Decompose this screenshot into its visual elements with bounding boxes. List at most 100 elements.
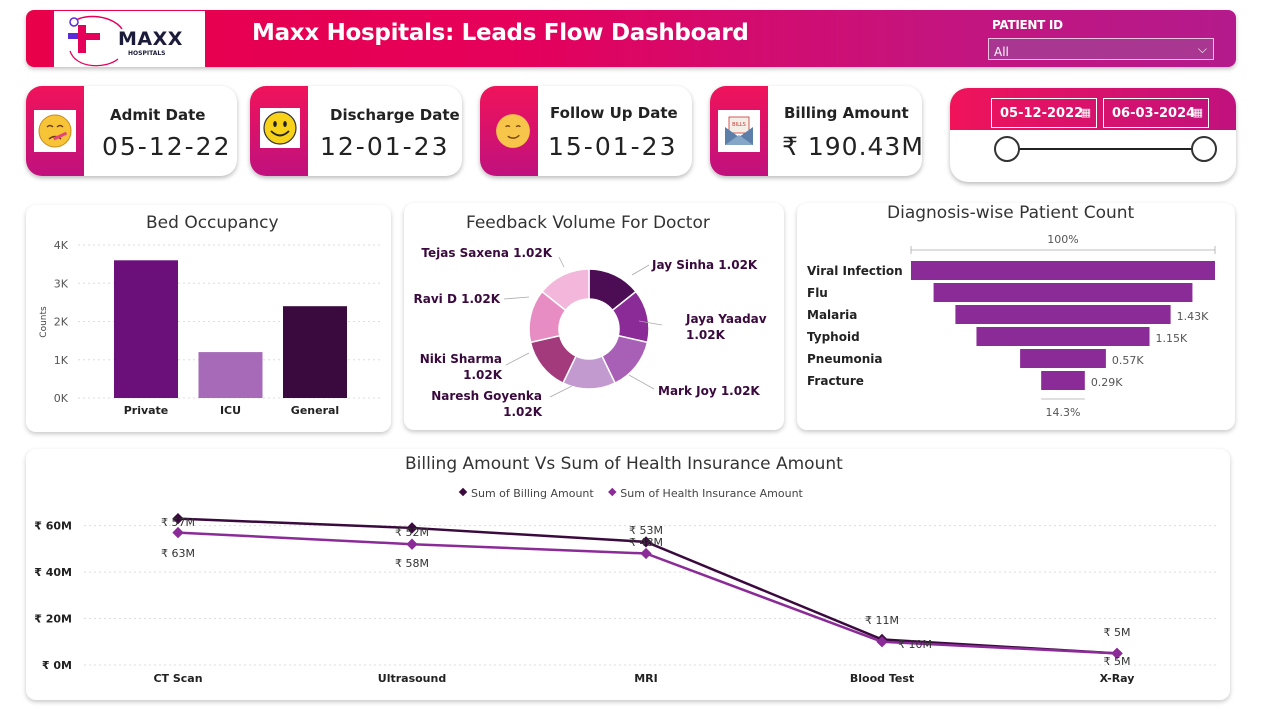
x-tick-label: General (291, 404, 339, 417)
patient-id-label: PATIENT ID (992, 18, 1063, 32)
legend-marker (458, 487, 468, 497)
bills-envelope-icon: BILLS (718, 110, 760, 152)
category-label: Typhoid (807, 330, 860, 344)
logo-text: MAXX (118, 28, 183, 50)
kpi-label: Billing Amount (784, 104, 909, 122)
bottom-percent-label: 14.3% (1046, 406, 1081, 419)
slider-end-handle[interactable] (1191, 136, 1217, 162)
bed-occupancy-panel: Bed Occupancy 0K 1K 2K 3K 4K Counts Private ICU… (26, 205, 391, 432)
page-title: Maxx Hospitals: Leads Flow Dashboard (252, 20, 749, 46)
leader-line (558, 256, 565, 268)
diagnosis-funnel-chart: 100% Viral Infection Flu Malaria 1.43K Typhoi… (807, 233, 1216, 419)
slice-value-label: 1.02K (463, 368, 503, 382)
slider-start-handle[interactable] (994, 136, 1020, 162)
start-date-input[interactable]: 05-12-2022 ▦ (991, 98, 1097, 128)
start-date-value: 05-12-2022 (1000, 106, 1084, 121)
bar-general (283, 306, 347, 398)
x-tick-label: Blood Test (850, 672, 914, 685)
data-label: ₹ 48M (629, 536, 663, 549)
slider-track[interactable] (1006, 148, 1204, 150)
kpi-card-discharge-date: Discharge Date 12-01-23 (250, 86, 462, 176)
kpi-value: 15-01-23 (548, 132, 678, 161)
slice-value-label: 1.02K (503, 405, 543, 419)
category-label: Viral Infection (807, 264, 903, 278)
slice-label: Jaya Yaadav (685, 312, 767, 326)
x-tick-label: MRI (634, 672, 658, 685)
funnel-bar (933, 283, 1193, 302)
kpi-value: ₹ 190.43M (782, 132, 922, 161)
x-tick-label: Private (124, 404, 169, 417)
data-label: ₹ 11M (865, 614, 899, 627)
kpi-card-billing-amount: BILLS Billing Amount ₹ 190.43M (710, 86, 922, 176)
funnel-bar (955, 305, 1171, 324)
category-label: Flu (807, 286, 828, 300)
data-label: ₹ 52M (395, 526, 429, 539)
bed-occupancy-chart: 0K 1K 2K 3K 4K Counts Private ICU General (39, 239, 381, 417)
y-tick-label: ₹ 0M (42, 659, 72, 672)
legend-label: Sum of Billing Amount (471, 487, 594, 500)
category-label: Pneumonia (807, 352, 883, 366)
slice-label: Ravi D 1.02K (414, 292, 501, 306)
y-tick-label: 3K (54, 277, 69, 290)
slice-label: Mark Joy 1.02K (658, 384, 760, 398)
slice-label: Tejas Saxena 1.02K (421, 246, 552, 260)
kpi-label: Admit Date (110, 106, 206, 124)
bar-icu (198, 352, 263, 398)
end-date-input[interactable]: 06-03-2024 ▦ (1103, 98, 1209, 128)
x-tick-label: CT Scan (153, 672, 202, 685)
x-tick-label: ICU (220, 404, 241, 417)
leader-line (505, 352, 530, 366)
legend-marker (608, 487, 617, 497)
category-label: Fracture (807, 374, 864, 388)
y-tick-label: 0K (54, 392, 69, 405)
kpi-card-follow-up-date: Follow Up Date 15-01-23 (480, 86, 692, 176)
calendar-icon: ▦ (1080, 106, 1091, 119)
date-range-slicer: 05-12-2022 ▦ 06-03-2024 ▦ (950, 88, 1236, 182)
kpi-label: Discharge Date (330, 106, 460, 124)
value-label: 0.29K (1091, 376, 1123, 389)
billing-line-panel: Billing Amount Vs Sum of Health Insuranc… (26, 449, 1230, 700)
funnel-bar (1020, 349, 1106, 368)
funnel-bar (911, 261, 1215, 280)
data-label: ₹ 10M (898, 638, 932, 651)
feedback-donut-chart: Jay Sinha 1.02K Jaya Yaadav 1.02K Mark Joy … (414, 246, 767, 419)
funnel-bar (976, 327, 1150, 346)
data-label: ₹ 5M (1104, 655, 1131, 668)
data-label: ₹ 63M (161, 547, 195, 560)
leader-line (628, 374, 655, 390)
y-tick-label: 2K (54, 316, 69, 329)
data-label: ₹ 58M (395, 557, 429, 570)
value-label: 1.43K (1177, 310, 1209, 323)
data-point (406, 538, 418, 550)
category-label: Malaria (807, 308, 857, 322)
kpi-value: 12-01-23 (320, 132, 450, 161)
kpi-label: Follow Up Date (550, 104, 678, 122)
value-label: 1.15K (1156, 332, 1188, 345)
patient-id-dropdown[interactable]: All ⌵ (988, 38, 1214, 60)
feedback-panel: Feedback Volume For Doctor Jay Sinha 1.0… (404, 203, 784, 430)
slice-label: Niki Sharma (420, 352, 502, 366)
leader-line (503, 296, 530, 300)
y-axis-label: Counts (39, 306, 49, 338)
svg-text:BILLS: BILLS (732, 122, 746, 128)
y-tick-label: ₹ 20M (34, 613, 72, 626)
y-tick-label: ₹ 60M (34, 520, 72, 533)
chevron-down-icon: ⌵ (1197, 42, 1207, 56)
value-label: 0.57K (1112, 354, 1144, 367)
x-tick-label: Ultrasound (378, 672, 446, 685)
calendar-icon: ▦ (1192, 106, 1203, 119)
x-tick-label: X-Ray (1100, 672, 1135, 685)
sick-face-icon (34, 110, 76, 152)
kpi-value: 05-12-22 (102, 132, 232, 161)
slight-smile-icon (492, 110, 534, 152)
patient-id-value: All (994, 45, 1009, 59)
diagnosis-panel: Diagnosis-wise Patient Count 100% Viral I… (797, 203, 1235, 430)
leader-line (631, 264, 650, 276)
top-percent-label: 100% (1047, 233, 1078, 246)
kpi-card-admit-date: Admit Date 05-12-22 (26, 86, 237, 176)
bar-private (114, 260, 178, 398)
legend-label: Sum of Health Insurance Amount (620, 487, 803, 500)
leader-line (549, 385, 573, 398)
billing-line-chart: ₹ 0M ₹ 20M ₹ 40M ₹ 60M CT Scan Ultrasound MRI B… (34, 487, 1216, 685)
data-point (640, 547, 652, 560)
